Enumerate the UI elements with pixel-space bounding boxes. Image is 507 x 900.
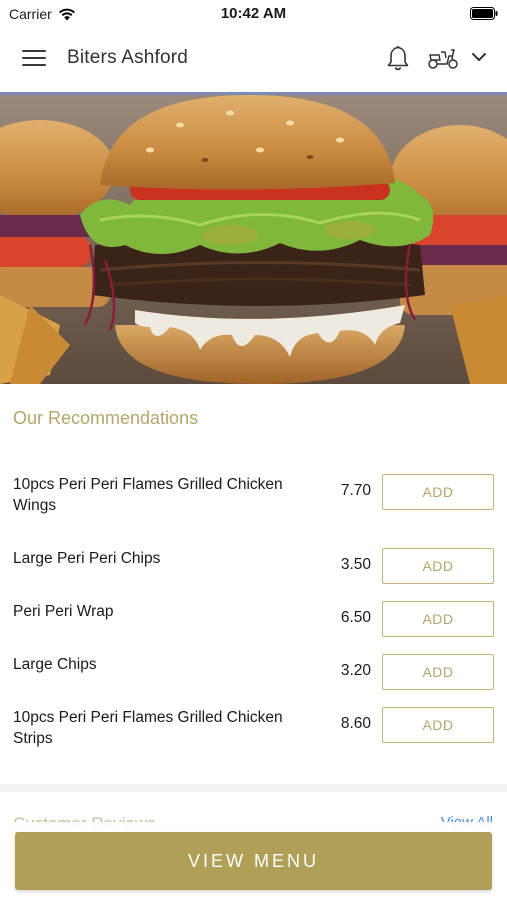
item-price: 3.20 bbox=[340, 662, 371, 679]
item-price: 6.50 bbox=[340, 609, 371, 626]
add-button[interactable]: ADD bbox=[382, 601, 494, 637]
bell-icon[interactable] bbox=[386, 44, 410, 72]
status-time: 10:42 AM bbox=[220, 5, 287, 22]
item-name: 10pcs Peri Peri Flames Grilled Chicken S… bbox=[13, 709, 283, 747]
chevron-down-icon[interactable] bbox=[470, 50, 488, 64]
add-button[interactable]: ADD bbox=[382, 654, 494, 690]
item-price: 8.60 bbox=[340, 715, 371, 732]
add-button[interactable]: ADD bbox=[382, 707, 494, 743]
add-button[interactable]: ADD bbox=[382, 548, 494, 584]
item-name: Large Chips bbox=[13, 656, 97, 673]
hero-burger-image bbox=[0, 95, 507, 384]
item-price: 3.50 bbox=[340, 556, 371, 573]
item-price: 7.70 bbox=[340, 482, 371, 499]
battery-icon bbox=[470, 7, 498, 20]
scooter-icon[interactable] bbox=[427, 46, 459, 70]
add-button[interactable]: ADD bbox=[382, 474, 494, 510]
status-bar: Carrier 10:42 AM bbox=[0, 0, 507, 28]
hamburger-menu-icon[interactable] bbox=[22, 50, 46, 68]
footer-bar: VIEW MENU bbox=[0, 822, 507, 900]
restaurant-name: Biters Ashford bbox=[67, 47, 189, 68]
item-name: 10pcs Peri Peri Flames Grilled Chicken W… bbox=[13, 476, 283, 514]
item-name: Peri Peri Wrap bbox=[13, 603, 114, 620]
app-header: Biters Ashford bbox=[0, 28, 507, 92]
item-name: Large Peri Peri Chips bbox=[13, 550, 161, 567]
view-menu-button[interactable]: VIEW MENU bbox=[15, 832, 492, 890]
recommendations-title: Our Recommendations bbox=[13, 408, 199, 428]
section-divider bbox=[0, 784, 507, 792]
